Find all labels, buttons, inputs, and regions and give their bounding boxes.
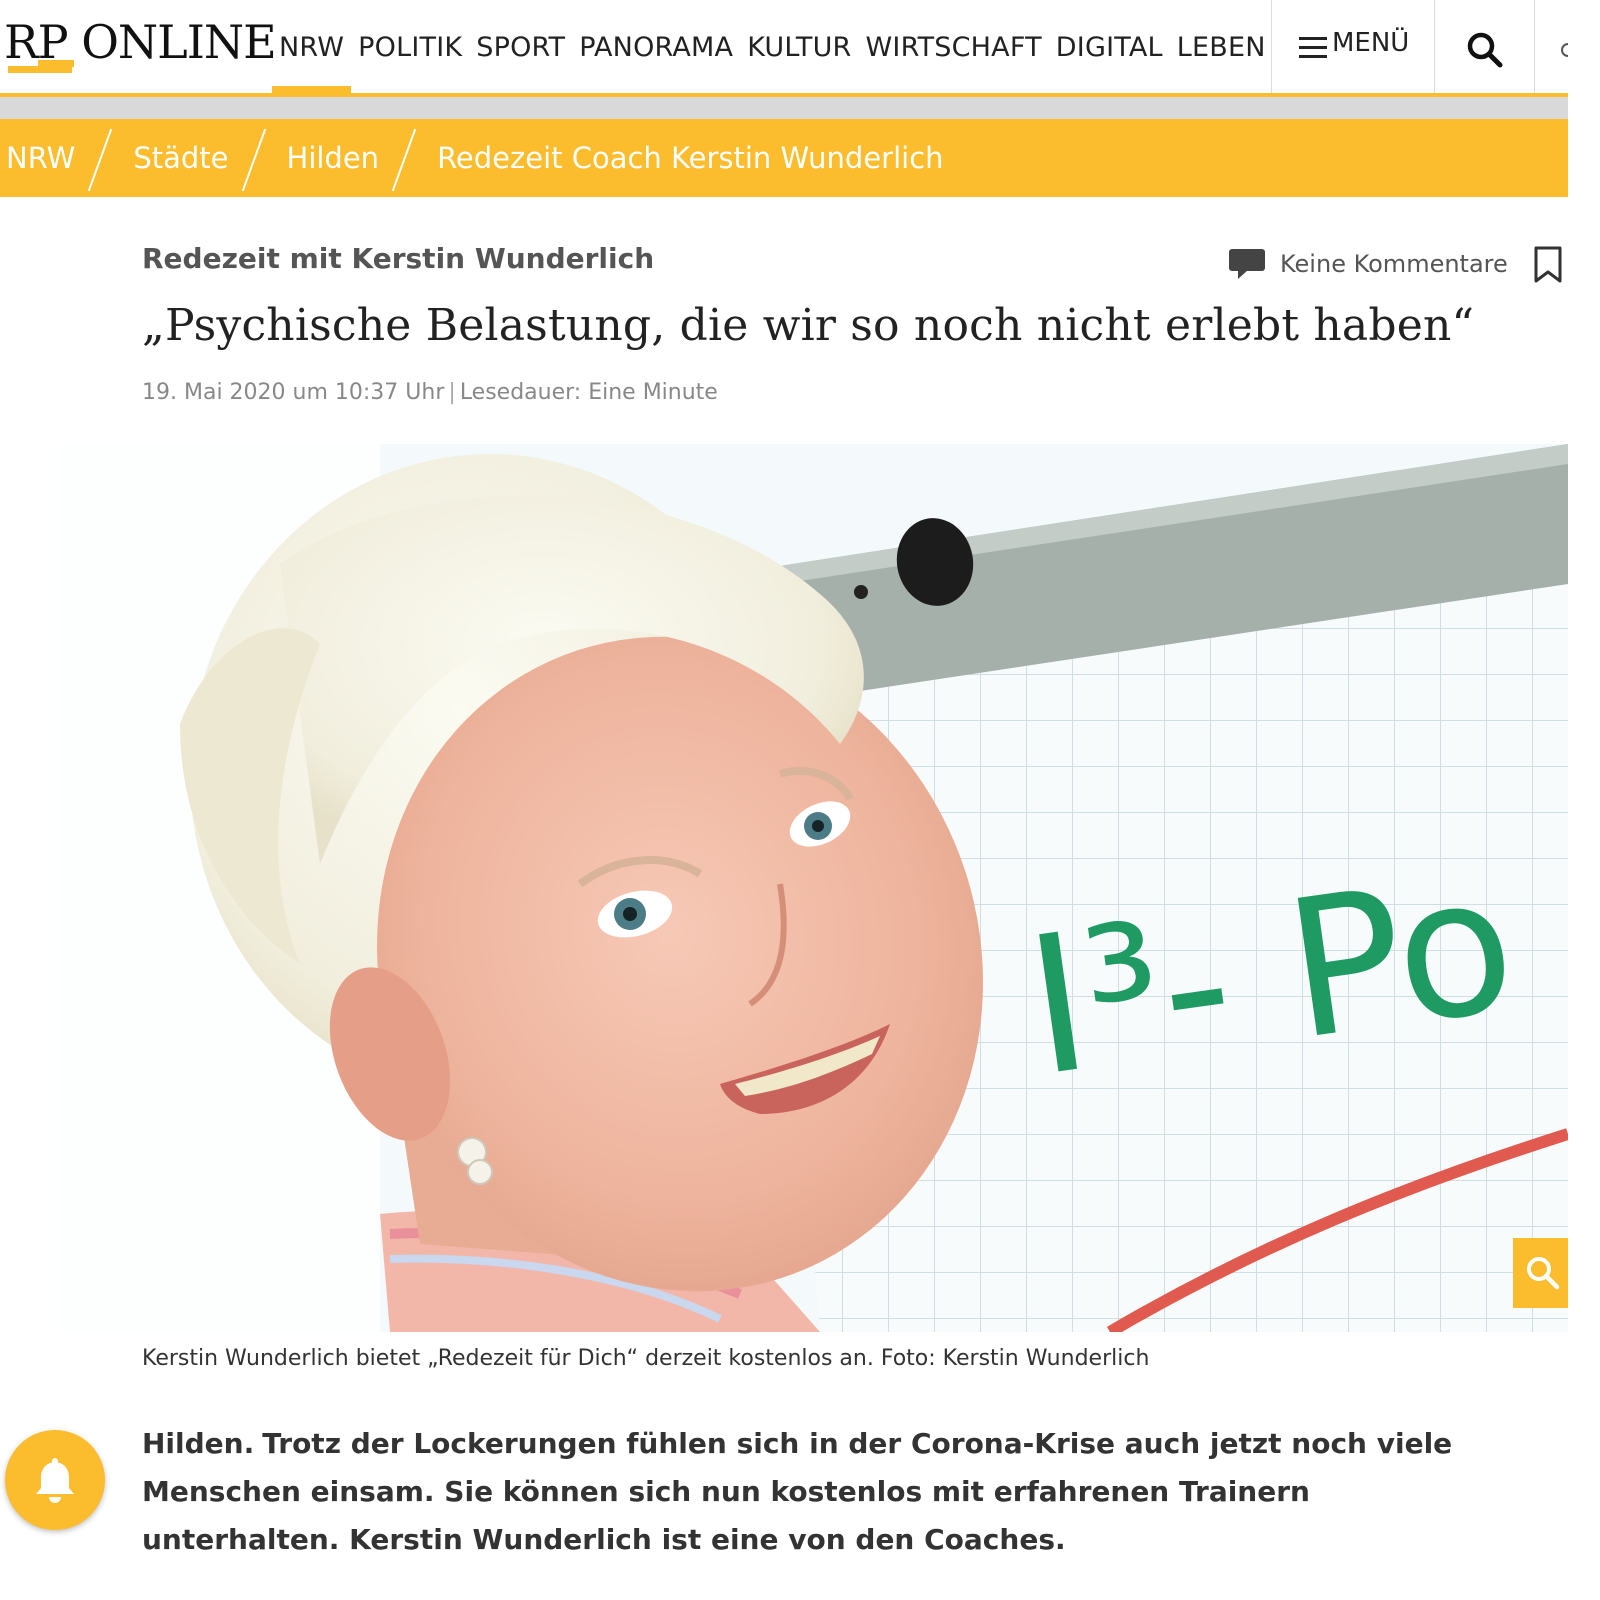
- article-kicker: Redezeit mit Kerstin Wunderlich: [142, 242, 655, 275]
- reading-time: Lesedauer: Eine Minute: [459, 380, 718, 405]
- nav-item-nrw[interactable]: NRW: [272, 0, 352, 93]
- menu-button[interactable]: MENÜ: [1271, 0, 1435, 93]
- bookmark-icon[interactable]: [1533, 246, 1563, 284]
- photo-illustration: I³- Po: [60, 444, 1568, 1332]
- article-lead: Hilden. Trotz der Lockerungen fühlen sich…: [142, 1420, 1482, 1564]
- comment-icon: [1229, 249, 1265, 279]
- main-nav: NRW POLITIK SPORT PANORAMA KULTUR WIRTSC…: [272, 0, 1273, 93]
- breadcrumb-item-current[interactable]: Redezeit Coach Kerstin Wunderlich: [431, 141, 943, 175]
- notification-button[interactable]: [5, 1430, 105, 1530]
- account-icon[interactable]: [1560, 40, 1568, 60]
- breadcrumb-separator: [385, 127, 425, 189]
- article-headline: „Psychische Belastung, die wir so noch n…: [142, 300, 1475, 351]
- lead-text: Trotz der Lockerungen fühlen sich in der…: [142, 1427, 1453, 1556]
- breadcrumb-item-hilden[interactable]: Hilden: [281, 141, 380, 175]
- meta-separator: |: [448, 380, 456, 405]
- photo-caption: Kerstin Wunderlich bietet „Redezeit für …: [142, 1346, 1150, 1371]
- nav-item-kultur[interactable]: KULTUR: [740, 0, 858, 93]
- nav-item-leben[interactable]: LEBEN: [1170, 0, 1273, 93]
- nav-item-politik[interactable]: POLITIK: [351, 0, 469, 93]
- article-meta: 19. Mai 2020 um 10:37 Uhr | Lesedauer: Ein…: [142, 380, 718, 405]
- logo-accent: [8, 66, 72, 73]
- breadcrumb-item-nrw[interactable]: NRW: [0, 141, 75, 175]
- top-navigation: RP ONLINE NRW POLITIK SPORT PANORAMA KUL…: [0, 0, 1568, 93]
- search-icon: [1467, 32, 1503, 68]
- rp-online-logo[interactable]: RP ONLINE: [4, 12, 277, 80]
- breadcrumb-item-staedte[interactable]: Städte: [127, 141, 228, 175]
- menu-label: MENÜ: [1332, 28, 1410, 58]
- comments-label: Keine Kommentare: [1280, 250, 1508, 278]
- logo-accent: [38, 60, 74, 67]
- nav-item-sport[interactable]: SPORT: [469, 0, 572, 93]
- breadcrumb: NRW Städte Hilden Redezeit Coach Kerstin…: [0, 119, 1568, 197]
- nav-item-digital[interactable]: DIGITAL: [1049, 0, 1170, 93]
- breadcrumb-separator: [81, 127, 121, 189]
- hamburger-icon: [1299, 37, 1327, 59]
- divider-band: [0, 97, 1568, 119]
- search-button[interactable]: [1435, 0, 1535, 93]
- article-photo[interactable]: I³- Po: [60, 444, 1568, 1332]
- breadcrumb-separator: [235, 127, 275, 189]
- search-icon: [1527, 1257, 1560, 1290]
- bell-icon: [36, 1458, 74, 1503]
- photo-zoom-button[interactable]: [1513, 1238, 1568, 1308]
- article-date: 19. Mai 2020 um 10:37 Uhr: [142, 380, 445, 405]
- nav-item-wirtschaft[interactable]: WIRTSCHAFT: [859, 0, 1049, 93]
- nav-item-panorama[interactable]: PANORAMA: [572, 0, 740, 93]
- lead-location: Hilden.: [142, 1427, 255, 1460]
